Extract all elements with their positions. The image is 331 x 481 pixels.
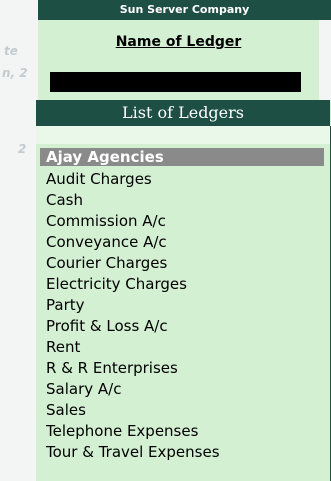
ledger-name-panel: Name of Ledger [38,20,319,100]
ledger-list-item[interactable]: Cash [40,190,324,211]
panel-title: Name of Ledger [38,34,319,50]
ledger-list-item[interactable]: R & R Enterprises [40,358,324,379]
ledger-list-item[interactable]: Profit & Loss A/c [40,316,324,337]
ledger-search-strip[interactable] [36,126,330,144]
background-text-fragment: te [4,44,18,58]
ledger-list-item[interactable]: Commission A/c [40,211,324,232]
company-name: Sun Server Company [119,3,250,16]
ledger-list-header: List of Ledgers [36,100,330,126]
ledger-list-item[interactable]: Salary A/c [40,379,324,400]
background-text-fragment: 2 [18,142,27,156]
ledger-list-item[interactable]: Audit Charges [40,169,324,190]
ledger-list-item[interactable]: Sales [40,400,324,421]
ledger-list: Ajay Agencies Audit Charges Cash Commiss… [40,148,324,463]
ledger-list-item[interactable]: Ajay Agencies [40,148,324,166]
ledger-list-popup: List of Ledgers Ajay Agencies Audit Char… [36,100,331,481]
panel-title-text: Name of Ledger [115,34,242,50]
ledger-list-item[interactable]: Tour & Travel Expenses [40,442,324,463]
ledger-list-item[interactable]: Conveyance A/c [40,232,324,253]
ledger-name-input[interactable] [50,72,301,92]
company-title-bar: Sun Server Company [38,0,331,20]
background-text-fragment: n, 2 [2,66,28,80]
ledger-list-item[interactable]: Rent [40,337,324,358]
ledger-list-title: List of Ledgers [121,103,244,122]
ledger-list-item[interactable]: Courier Charges [40,253,324,274]
ledger-list-item[interactable]: Party [40,295,324,316]
ledger-list-item[interactable]: Telephone Expenses [40,421,324,442]
ledger-list-item[interactable]: Electricity Charges [40,274,324,295]
